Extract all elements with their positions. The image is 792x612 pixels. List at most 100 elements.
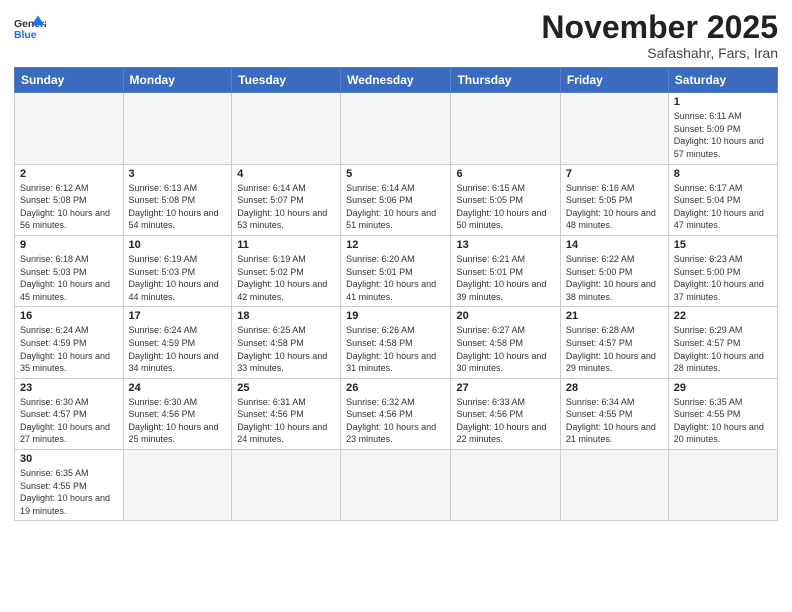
day-cell: 24 Sunrise: 6:30 AM Sunset: 4:56 PM Dayli… bbox=[123, 378, 232, 449]
day-cell bbox=[232, 450, 341, 521]
weekday-header-tuesday: Tuesday bbox=[232, 68, 341, 93]
day-cell: 8 Sunrise: 6:17 AM Sunset: 5:04 PM Daylig… bbox=[668, 164, 777, 235]
subtitle: Safashahr, Fars, Iran bbox=[541, 45, 778, 61]
day-cell bbox=[123, 450, 232, 521]
day-cell: 13Sunrise: 6:21 AM Sunset: 5:01 PM Dayli… bbox=[451, 235, 560, 306]
week-row-0: 1Sunrise: 6:11 AM Sunset: 5:09 PM Daylig… bbox=[15, 93, 778, 164]
day-info: Sunrise: 6:25 AM Sunset: 4:58 PM Dayligh… bbox=[237, 324, 335, 374]
day-number: 1 bbox=[674, 96, 772, 108]
day-number: 3 bbox=[129, 168, 227, 180]
day-cell: 23Sunrise: 6:30 AM Sunset: 4:57 PM Dayli… bbox=[15, 378, 124, 449]
calendar-table: SundayMondayTuesdayWednesdayThursdayFrid… bbox=[14, 67, 778, 521]
day-cell bbox=[451, 450, 560, 521]
day-cell: 2 Sunrise: 6:12 AM Sunset: 5:08 PM Daylig… bbox=[15, 164, 124, 235]
day-cell: 15Sunrise: 6:23 AM Sunset: 5:00 PM Dayli… bbox=[668, 235, 777, 306]
weekday-header-sunday: Sunday bbox=[15, 68, 124, 93]
day-info: Sunrise: 6:26 AM Sunset: 4:58 PM Dayligh… bbox=[346, 324, 445, 374]
day-cell: 16Sunrise: 6:24 AM Sunset: 4:59 PM Dayli… bbox=[15, 307, 124, 378]
day-cell: 5Sunrise: 6:14 AM Sunset: 5:06 PM Daylig… bbox=[341, 164, 451, 235]
day-number: 30 bbox=[20, 453, 118, 465]
day-info: Sunrise: 6:29 AM Sunset: 4:57 PM Dayligh… bbox=[674, 324, 772, 374]
weekday-header-thursday: Thursday bbox=[451, 68, 560, 93]
month-title: November 2025 bbox=[541, 10, 778, 45]
day-info: Sunrise: 6:35 AM Sunset: 4:55 PM Dayligh… bbox=[20, 467, 118, 517]
day-number: 8 bbox=[674, 168, 772, 180]
day-info: Sunrise: 6:27 AM Sunset: 4:58 PM Dayligh… bbox=[456, 324, 554, 374]
day-cell: 6 Sunrise: 6:15 AM Sunset: 5:05 PM Daylig… bbox=[451, 164, 560, 235]
day-info: Sunrise: 6:20 AM Sunset: 5:01 PM Dayligh… bbox=[346, 253, 445, 303]
weekday-header-saturday: Saturday bbox=[668, 68, 777, 93]
day-number: 26 bbox=[346, 382, 445, 394]
day-cell: 28 Sunrise: 6:34 AM Sunset: 4:55 PM Dayli… bbox=[560, 378, 668, 449]
week-row-3: 16Sunrise: 6:24 AM Sunset: 4:59 PM Dayli… bbox=[15, 307, 778, 378]
day-cell: 20 Sunrise: 6:27 AM Sunset: 4:58 PM Dayli… bbox=[451, 307, 560, 378]
day-number: 20 bbox=[456, 310, 554, 322]
day-cell: 19 Sunrise: 6:26 AM Sunset: 4:58 PM Dayli… bbox=[341, 307, 451, 378]
day-number: 6 bbox=[456, 168, 554, 180]
day-number: 28 bbox=[566, 382, 663, 394]
day-cell: 27Sunrise: 6:33 AM Sunset: 4:56 PM Dayli… bbox=[451, 378, 560, 449]
day-cell: 4 Sunrise: 6:14 AM Sunset: 5:07 PM Daylig… bbox=[232, 164, 341, 235]
day-number: 17 bbox=[129, 310, 227, 322]
week-row-2: 9Sunrise: 6:18 AM Sunset: 5:03 PM Daylig… bbox=[15, 235, 778, 306]
day-number: 9 bbox=[20, 239, 118, 251]
day-info: Sunrise: 6:12 AM Sunset: 5:08 PM Dayligh… bbox=[20, 182, 118, 232]
day-number: 19 bbox=[346, 310, 445, 322]
day-info: Sunrise: 6:16 AM Sunset: 5:05 PM Dayligh… bbox=[566, 182, 663, 232]
day-cell: 10 Sunrise: 6:19 AM Sunset: 5:03 PM Dayli… bbox=[123, 235, 232, 306]
day-cell: 9Sunrise: 6:18 AM Sunset: 5:03 PM Daylig… bbox=[15, 235, 124, 306]
day-info: Sunrise: 6:19 AM Sunset: 5:02 PM Dayligh… bbox=[237, 253, 335, 303]
day-number: 13 bbox=[456, 239, 554, 251]
weekday-header-monday: Monday bbox=[123, 68, 232, 93]
day-number: 2 bbox=[20, 168, 118, 180]
day-info: Sunrise: 6:15 AM Sunset: 5:05 PM Dayligh… bbox=[456, 182, 554, 232]
day-cell bbox=[668, 450, 777, 521]
day-number: 22 bbox=[674, 310, 772, 322]
day-number: 24 bbox=[129, 382, 227, 394]
weekday-header-friday: Friday bbox=[560, 68, 668, 93]
day-number: 15 bbox=[674, 239, 772, 251]
day-cell: 18 Sunrise: 6:25 AM Sunset: 4:58 PM Dayli… bbox=[232, 307, 341, 378]
day-info: Sunrise: 6:28 AM Sunset: 4:57 PM Dayligh… bbox=[566, 324, 663, 374]
day-info: Sunrise: 6:14 AM Sunset: 5:07 PM Dayligh… bbox=[237, 182, 335, 232]
day-cell: 7 Sunrise: 6:16 AM Sunset: 5:05 PM Daylig… bbox=[560, 164, 668, 235]
day-number: 11 bbox=[237, 239, 335, 251]
week-row-5: 30 Sunrise: 6:35 AM Sunset: 4:55 PM Dayli… bbox=[15, 450, 778, 521]
day-cell: 30 Sunrise: 6:35 AM Sunset: 4:55 PM Dayli… bbox=[15, 450, 124, 521]
day-number: 21 bbox=[566, 310, 663, 322]
day-cell bbox=[560, 93, 668, 164]
day-info: Sunrise: 6:34 AM Sunset: 4:55 PM Dayligh… bbox=[566, 396, 663, 446]
day-info: Sunrise: 6:19 AM Sunset: 5:03 PM Dayligh… bbox=[129, 253, 227, 303]
day-info: Sunrise: 6:35 AM Sunset: 4:55 PM Dayligh… bbox=[674, 396, 772, 446]
day-cell: 12Sunrise: 6:20 AM Sunset: 5:01 PM Dayli… bbox=[341, 235, 451, 306]
day-number: 10 bbox=[129, 239, 227, 251]
day-info: Sunrise: 6:30 AM Sunset: 4:56 PM Dayligh… bbox=[129, 396, 227, 446]
day-cell: 14Sunrise: 6:22 AM Sunset: 5:00 PM Dayli… bbox=[560, 235, 668, 306]
day-number: 18 bbox=[237, 310, 335, 322]
logo-icon: General Blue bbox=[14, 14, 46, 42]
day-info: Sunrise: 6:17 AM Sunset: 5:04 PM Dayligh… bbox=[674, 182, 772, 232]
day-cell: 29Sunrise: 6:35 AM Sunset: 4:55 PM Dayli… bbox=[668, 378, 777, 449]
day-number: 4 bbox=[237, 168, 335, 180]
day-number: 25 bbox=[237, 382, 335, 394]
header: General Blue November 2025 Safashahr, Fa… bbox=[14, 10, 778, 61]
day-cell: 21 Sunrise: 6:28 AM Sunset: 4:57 PM Dayli… bbox=[560, 307, 668, 378]
weekday-header-wednesday: Wednesday bbox=[341, 68, 451, 93]
day-cell: 26 Sunrise: 6:32 AM Sunset: 4:56 PM Dayli… bbox=[341, 378, 451, 449]
day-info: Sunrise: 6:24 AM Sunset: 4:59 PM Dayligh… bbox=[129, 324, 227, 374]
day-cell: 1Sunrise: 6:11 AM Sunset: 5:09 PM Daylig… bbox=[668, 93, 777, 164]
day-info: Sunrise: 6:31 AM Sunset: 4:56 PM Dayligh… bbox=[237, 396, 335, 446]
calendar-page: General Blue November 2025 Safashahr, Fa… bbox=[0, 0, 792, 612]
day-info: Sunrise: 6:13 AM Sunset: 5:08 PM Dayligh… bbox=[129, 182, 227, 232]
logo: General Blue bbox=[14, 14, 46, 42]
svg-text:Blue: Blue bbox=[14, 30, 37, 41]
day-info: Sunrise: 6:32 AM Sunset: 4:56 PM Dayligh… bbox=[346, 396, 445, 446]
weekday-header-row: SundayMondayTuesdayWednesdayThursdayFrid… bbox=[15, 68, 778, 93]
day-cell: 11 Sunrise: 6:19 AM Sunset: 5:02 PM Dayli… bbox=[232, 235, 341, 306]
day-number: 7 bbox=[566, 168, 663, 180]
day-cell: 22 Sunrise: 6:29 AM Sunset: 4:57 PM Dayli… bbox=[668, 307, 777, 378]
day-cell: 17 Sunrise: 6:24 AM Sunset: 4:59 PM Dayli… bbox=[123, 307, 232, 378]
title-block: November 2025 Safashahr, Fars, Iran bbox=[541, 10, 778, 61]
day-cell bbox=[15, 93, 124, 164]
day-info: Sunrise: 6:30 AM Sunset: 4:57 PM Dayligh… bbox=[20, 396, 118, 446]
